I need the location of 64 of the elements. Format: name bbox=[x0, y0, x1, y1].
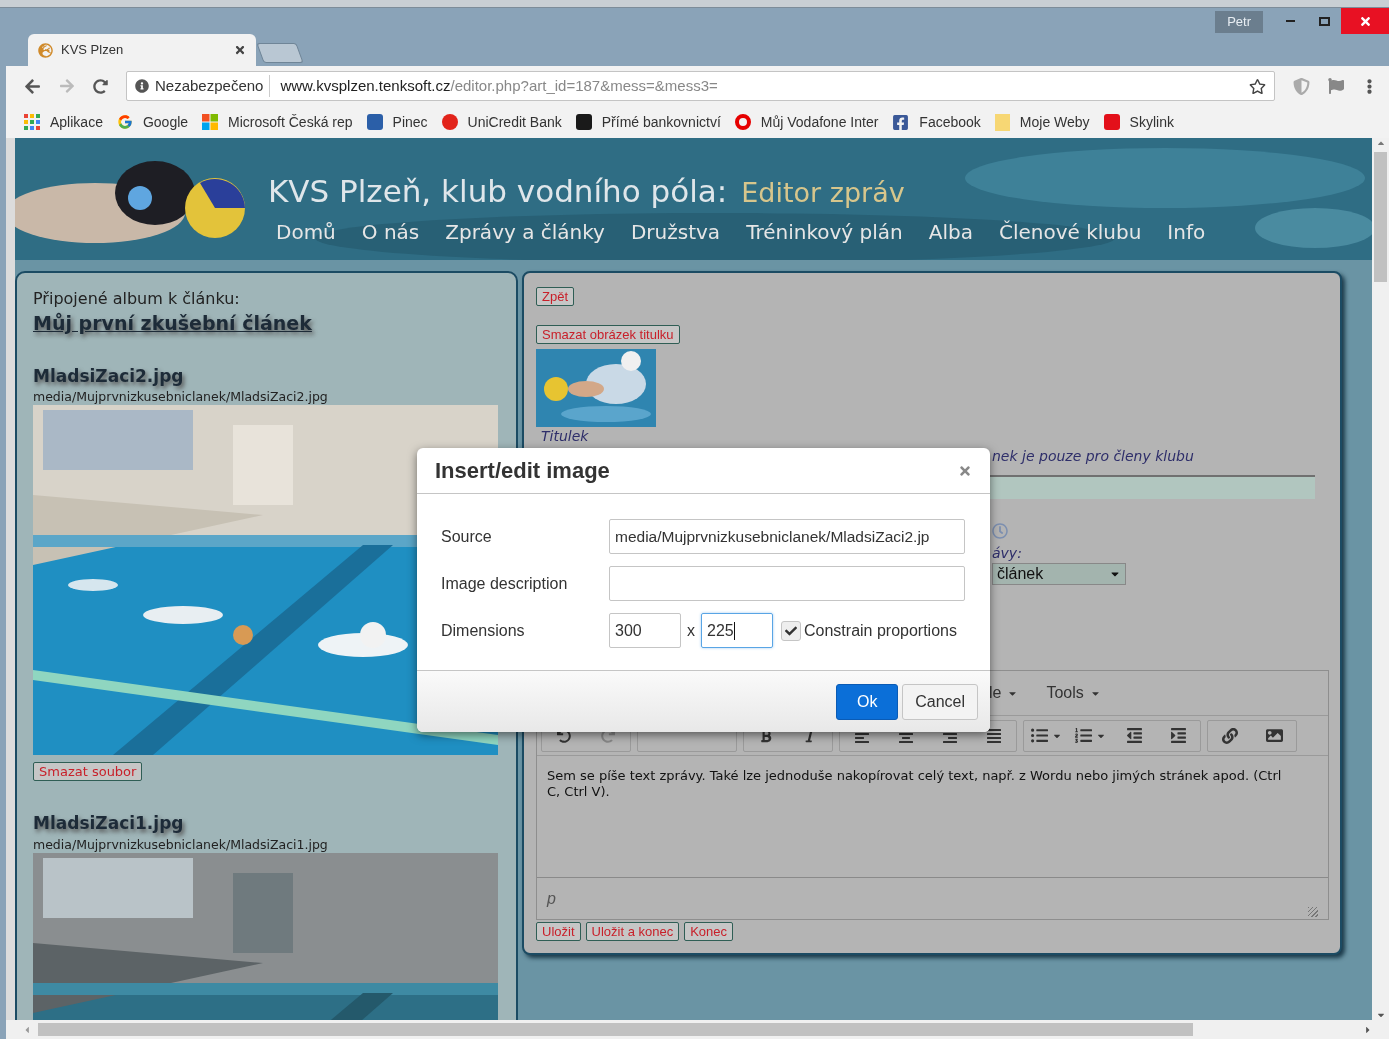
nav-link[interactable]: Domů bbox=[276, 216, 336, 247]
user-badge[interactable]: Petr bbox=[1215, 11, 1263, 33]
action-button[interactable]: Konec bbox=[684, 922, 734, 941]
menu-item[interactable]: le bbox=[989, 681, 1019, 705]
dimension-separator: x bbox=[687, 620, 695, 641]
nav-link[interactable]: Zprávy a články bbox=[445, 216, 605, 247]
bookmark-item[interactable]: UniCredit Bank bbox=[441, 111, 562, 133]
field-label: Dimensions bbox=[441, 620, 526, 641]
element-path: p bbox=[547, 888, 556, 909]
field-label: Image description bbox=[441, 573, 569, 594]
delete-title-image-button[interactable]: Smazat obrázek titulku bbox=[536, 325, 680, 344]
menu-item[interactable]: Tools bbox=[1046, 681, 1101, 705]
bookmark-label: Microsoft Česká rep bbox=[228, 112, 353, 132]
nav-link[interactable]: Info bbox=[1167, 216, 1206, 247]
bookmark-label: Skylink bbox=[1129, 112, 1174, 132]
tab-title: KVS Plzen bbox=[61, 41, 125, 60]
cancel-button[interactable]: Cancel bbox=[902, 683, 978, 720]
bookmark-item[interactable]: Google bbox=[116, 111, 189, 133]
members-note: nek je pouze pro členy klubu bbox=[992, 447, 1195, 466]
url-text: www.kvsplzen.tenksoft.cz/editor.php?art_id=187&mess=&mess3= bbox=[280, 75, 719, 96]
bookmark-label: Moje Weby bbox=[1019, 112, 1090, 132]
bookmark-item[interactable]: Můj Vodafone Inter bbox=[734, 111, 879, 133]
nav-link[interactable]: Alba bbox=[928, 216, 973, 247]
bookmark-label: Můj Vodafone Inter bbox=[760, 112, 879, 132]
action-button[interactable]: Uložit a konec bbox=[585, 922, 680, 941]
checkbox-label: Constrain proportions bbox=[804, 620, 957, 641]
nav-link[interactable]: O nás bbox=[361, 216, 420, 247]
file-name: MladsiZaci2.jpg bbox=[33, 364, 185, 388]
site-title: KVS Plzeň, klub vodního póla: bbox=[268, 172, 728, 211]
dimension-field[interactable]: 300 bbox=[609, 613, 681, 648]
bookmark-label: Google bbox=[142, 112, 189, 132]
bookmark-label: UniCredit Bank bbox=[467, 112, 562, 132]
type-label: ávy: bbox=[992, 544, 1023, 563]
site-subtitle: Editor zpráv bbox=[741, 176, 905, 210]
article-link[interactable]: Můj první zkušební článek bbox=[33, 312, 312, 334]
bookmark-label: Facebook bbox=[919, 112, 981, 132]
source-field[interactable]: media/Mujprvnizkusebniclanek/MladsiZaci2.jp bbox=[609, 519, 965, 554]
nav-link[interactable]: Členové klubu bbox=[998, 216, 1142, 247]
file-name: MladsiZaci1.jpg bbox=[33, 812, 185, 835]
dimension-field[interactable]: 225 bbox=[701, 613, 773, 648]
security-label: Nezabezpečeno bbox=[155, 74, 271, 98]
bookmark-item[interactable]: Pinec bbox=[366, 111, 428, 133]
type-select[interactable]: článek bbox=[992, 563, 1126, 585]
editor-body[interactable]: Sem se píše text zprávy. Také lze jednoduše nakopírovat celý text, např. z Wordu nebo jimých stránek apod. (Ctrl C, Ctrl V). bbox=[537, 755, 1328, 877]
bookmark-item[interactable]: Skylink bbox=[1103, 111, 1174, 133]
field-label: Source bbox=[441, 526, 493, 547]
address-bar[interactable]: Nezabezpečeno www.kvsplzen.tenksoft.cz/editor.php?art_id=187&mess=&mess3= bbox=[126, 71, 1275, 101]
browser-tab[interactable]: KVS Plzen bbox=[28, 34, 256, 66]
bookmark-item[interactable]: Přímé bankovnictví bbox=[575, 111, 721, 133]
file-path: media/Mujprvnizkusebniclanek/MladsiZaci2.jpg bbox=[33, 389, 329, 405]
bookmark-label: Aplikace bbox=[50, 112, 103, 132]
bookmark-item[interactable]: Facebook bbox=[892, 111, 981, 133]
file-path: media/Mujprvnizkusebniclanek/MladsiZaci1.jpg bbox=[33, 836, 329, 853]
nav-link[interactable]: Tréninkový plán bbox=[746, 216, 903, 247]
ok-button[interactable]: Ok bbox=[836, 683, 899, 720]
bookmark-label: Pinec bbox=[392, 112, 428, 132]
caption-text: Titulek bbox=[541, 427, 590, 445]
bookmark-label: Přímé bankovnictví bbox=[601, 112, 721, 132]
bookmark-item[interactable]: Aplikace bbox=[24, 111, 103, 133]
dialog-title: Insert/edit image bbox=[435, 457, 610, 485]
bookmark-item[interactable]: Moje Weby bbox=[994, 111, 1090, 133]
nav-link[interactable]: Družstva bbox=[630, 216, 721, 247]
album-heading: Připojené album k článku: bbox=[33, 289, 241, 309]
bookmark-item[interactable]: Microsoft Česká rep bbox=[202, 111, 353, 133]
